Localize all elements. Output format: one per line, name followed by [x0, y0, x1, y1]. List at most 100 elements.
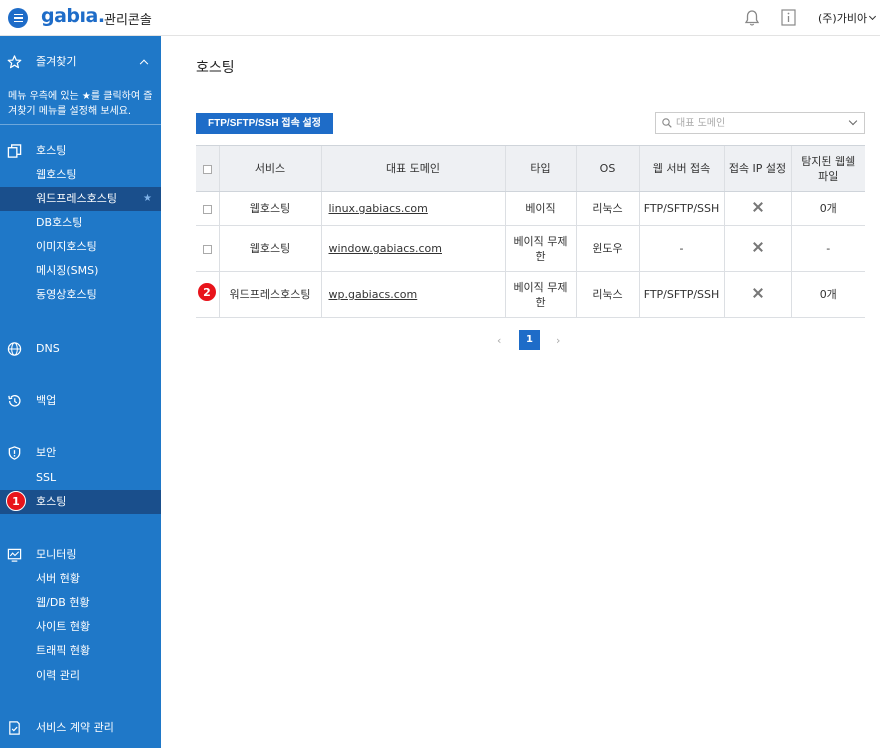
- header-domain: 대표 도메인: [320, 145, 505, 192]
- prev-page-icon[interactable]: ‹: [497, 334, 501, 347]
- cell-type: 베이직 무제한: [504, 225, 576, 272]
- cell-webshell: 0개: [790, 271, 865, 318]
- globe-icon: [7, 342, 22, 356]
- chevron-down-icon: [869, 12, 877, 21]
- x-mark-icon[interactable]: [753, 242, 763, 252]
- select-all-checkbox[interactable]: [202, 164, 212, 174]
- header-os: OS: [575, 145, 639, 192]
- shield-icon: [8, 446, 21, 460]
- sidebar-security-header[interactable]: 보안: [0, 441, 161, 465]
- next-page-icon[interactable]: ›: [556, 334, 560, 347]
- domain-link[interactable]: linux.gabiacs.com: [329, 202, 428, 215]
- sidebar-item-video-hosting[interactable]: 동영상호스팅: [0, 283, 161, 307]
- sidebar-item-sms[interactable]: 메시징(SMS): [0, 259, 161, 283]
- sidebar-divider: [0, 124, 161, 125]
- sidebar-item-label: 워드프레스호스팅: [36, 192, 117, 205]
- cell-ip-setting: [723, 225, 791, 272]
- sidebar-item-site-status[interactable]: 사이트 현황: [0, 615, 161, 639]
- domain-search-select[interactable]: [655, 112, 865, 134]
- cell-type: 베이직: [504, 191, 576, 226]
- header-service: 서비스: [218, 145, 321, 192]
- search-icon: [662, 118, 672, 128]
- page-title: 호스팅: [196, 60, 235, 76]
- gabia-logo[interactable]: gabıa.: [41, 5, 105, 27]
- sidebar-backup-header[interactable]: 백업: [0, 389, 161, 413]
- header-webshell: 탐지된 웹쉘 파일: [790, 145, 865, 192]
- sidebar-hosting-label: 호스팅: [36, 144, 67, 157]
- cell-os: 리눅스: [575, 191, 639, 226]
- row-checkbox-cell: [196, 191, 219, 226]
- document-info-icon[interactable]: [781, 9, 796, 26]
- sidebar-favorites-header[interactable]: 즐겨찾기: [0, 50, 161, 74]
- cell-ip-setting: [723, 191, 791, 226]
- bell-icon[interactable]: [744, 9, 760, 27]
- table-header-row: 서비스 대표 도메인 타입 OS 웹 서버 접속 접속 IP 설정 탐지된 웹쉘…: [196, 145, 865, 192]
- page-number-current[interactable]: 1: [519, 330, 540, 350]
- annotation-badge-2: 2: [197, 282, 217, 302]
- row-checkbox-cell: [196, 225, 219, 272]
- x-mark-icon[interactable]: [753, 202, 763, 212]
- hamburger-menu-icon[interactable]: [8, 8, 28, 28]
- hosting-table: 서비스 대표 도메인 타입 OS 웹 서버 접속 접속 IP 설정 탐지된 웹쉘…: [196, 145, 865, 318]
- sidebar: 즐겨찾기 메뉴 우측에 있는 ★를 클릭하여 즐겨찾기 메뉴를 설정해 보세요.…: [0, 36, 161, 748]
- sidebar-monitoring-label: 모니터링: [36, 548, 77, 561]
- chevron-down-icon[interactable]: [848, 116, 858, 126]
- star-icon: [7, 55, 22, 69]
- header-ip-setting: 접속 IP 설정: [723, 145, 791, 192]
- sidebar-item-image-hosting[interactable]: 이미지호스팅: [0, 235, 161, 259]
- user-name: (주)가비아: [818, 12, 868, 25]
- sidebar-backup-label: 백업: [36, 394, 57, 407]
- sidebar-item-web-db-status[interactable]: 웹/DB 현황: [0, 591, 161, 615]
- favorites-description: 메뉴 우측에 있는 ★를 클릭하여 즐겨찾기 메뉴를 설정해 보세요.: [8, 91, 153, 117]
- favorite-star-icon[interactable]: ★: [143, 187, 152, 211]
- cell-service: 웹호스팅: [218, 191, 321, 226]
- chevron-up-icon[interactable]: [139, 59, 149, 69]
- cell-web-access: FTP/SFTP/SSH: [638, 271, 724, 318]
- domain-link[interactable]: window.gabiacs.com: [329, 242, 443, 255]
- hosting-copy-icon: [7, 144, 22, 158]
- x-mark-icon[interactable]: [753, 288, 763, 298]
- cell-service: 워드프레스호스팅: [218, 271, 321, 318]
- console-title: 관리콘솔: [104, 13, 152, 28]
- pagination: ‹ 1 ›: [494, 330, 574, 350]
- cell-domain: wp.gabiacs.com: [320, 271, 505, 318]
- contract-document-icon: [9, 721, 20, 735]
- cell-domain: linux.gabiacs.com: [320, 191, 505, 226]
- sidebar-favorites-label: 즐겨찾기: [36, 55, 77, 68]
- backup-history-icon: [8, 395, 21, 407]
- sidebar-dns-label: DNS: [36, 342, 60, 355]
- cell-os: 윈도우: [575, 225, 639, 272]
- sidebar-item-db-hosting[interactable]: DB호스팅: [0, 211, 161, 235]
- sidebar-item-wordpress-hosting[interactable]: 워드프레스호스팅 ★: [0, 187, 161, 211]
- search-input[interactable]: [676, 115, 836, 131]
- table-row: 웹호스팅 linux.gabiacs.com 베이직 리눅스 FTP/SFTP/…: [196, 191, 865, 226]
- sidebar-item-traffic-status[interactable]: 트래픽 현황: [0, 639, 161, 663]
- ftp-settings-button[interactable]: FTP/SFTP/SSH 접속 설정: [196, 113, 333, 134]
- cell-web-access: -: [638, 225, 724, 272]
- user-account-menu[interactable]: (주)가비아: [818, 10, 877, 26]
- sidebar-monitoring-header[interactable]: 모니터링: [0, 543, 161, 567]
- header-type: 타입: [504, 145, 576, 192]
- sidebar-dns-header[interactable]: DNS: [0, 337, 161, 361]
- table-row: 워드프레스호스팅 wp.gabiacs.com 베이직 무제한 리눅스 FTP/…: [196, 271, 865, 318]
- top-bar: gabıa. 관리콘솔 (주)가비아: [0, 0, 880, 36]
- cell-os: 리눅스: [575, 271, 639, 318]
- row-checkbox[interactable]: [202, 244, 212, 254]
- sidebar-security-label: 보안: [36, 446, 57, 459]
- annotation-badge-1: 1: [6, 491, 26, 511]
- sidebar-item-web-hosting[interactable]: 웹호스팅: [0, 163, 161, 187]
- row-checkbox[interactable]: [202, 204, 212, 214]
- sidebar-contract-label: 서비스 계약 관리: [36, 721, 114, 734]
- sidebar-hosting-header[interactable]: 호스팅: [0, 139, 161, 163]
- cell-webshell: 0개: [790, 191, 865, 226]
- sidebar-item-history[interactable]: 이력 관리: [0, 664, 161, 688]
- select-all-header: [196, 145, 219, 192]
- cell-service: 웹호스팅: [218, 225, 321, 272]
- sidebar-contract-header[interactable]: 서비스 계약 관리: [0, 716, 161, 740]
- table-row: 웹호스팅 window.gabiacs.com 베이직 무제한 윈도우 - -: [196, 225, 865, 272]
- header-web-access: 웹 서버 접속: [638, 145, 724, 192]
- domain-link[interactable]: wp.gabiacs.com: [329, 288, 418, 301]
- sidebar-item-server-status[interactable]: 서버 현황: [0, 567, 161, 591]
- sidebar-item-ssl[interactable]: SSL: [0, 466, 161, 490]
- cell-web-access: FTP/SFTP/SSH: [638, 191, 724, 226]
